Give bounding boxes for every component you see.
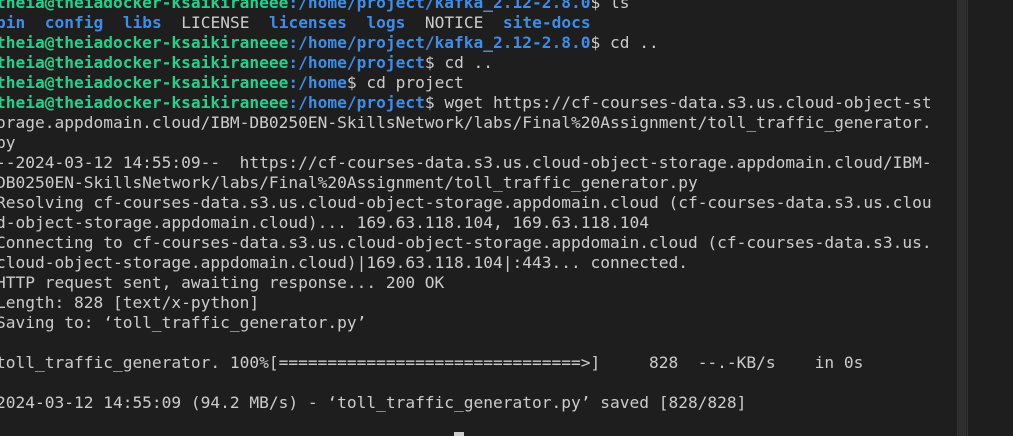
- terminal-line: 2024-03-12 14:55:09 (94.2 MB/s) - ‘toll_…: [0, 393, 747, 412]
- terminal-line: Length: 828 [text/x-python]: [0, 293, 260, 312]
- prompt-user: theia@theiadocker-ksaikiraneee: [0, 33, 289, 52]
- prompt-path: :/home/project/kafka_2.12-2.8.0: [288, 33, 591, 52]
- terminal-line: HTTP request sent, awaiting response... …: [0, 273, 445, 292]
- prompt-path: :/home/project: [288, 93, 425, 112]
- file-entry: NOTICE: [424, 13, 484, 32]
- terminal-line: theia@theiadocker-ksaikiraneee:/home/pro…: [0, 0, 629, 13]
- terminal-line: --2024-03-12 14:55:09-- https://cf-cours…: [0, 153, 932, 172]
- prompt-user: theia@theiadocker-ksaikiraneee: [0, 0, 289, 12]
- terminal-line: py: [0, 133, 16, 152]
- dir-entry: libs: [122, 13, 162, 32]
- prompt-path: :/home/project/kafka_2.12-2.8.0: [288, 0, 591, 12]
- dir-entry: bin: [0, 13, 26, 32]
- terminal-line: d-object-storage.appdomain.cloud)... 169…: [0, 213, 649, 232]
- terminal-line: theia@theiadocker-ksaikiraneee:/home$ cd…: [0, 73, 464, 93]
- prompt-path: :/home: [288, 73, 347, 92]
- terminal-line: theia@theiadocker-ksaikiraneee:/home/pro…: [0, 53, 493, 73]
- dir-entry: site-docs: [502, 13, 591, 32]
- terminal-line: Connecting to cf-courses-data.s3.us.clou…: [0, 233, 932, 252]
- command-text: $ wget https://cf-courses-data.s3.us.clo…: [424, 93, 932, 112]
- prompt-user: theia@theiadocker-ksaikiraneee: [0, 53, 289, 72]
- dir-entry: config: [44, 13, 104, 32]
- side-panel-edge: [967, 0, 1013, 436]
- prompt-path: :/home/project: [288, 53, 425, 72]
- dir-entry: logs: [366, 13, 406, 32]
- terminal-line: Saving to: ‘toll_traffic_generator.py’: [0, 313, 367, 332]
- progress-line: toll_traffic_generator. 100%[===========…: [0, 353, 864, 372]
- terminal-line: theia@theiadocker-ksaikiraneee:/home/pro…: [0, 33, 659, 53]
- command-text: $ cd project: [346, 73, 464, 92]
- terminal-cursor: [454, 432, 464, 436]
- scrollbar-thumb[interactable]: [957, 0, 966, 436]
- terminal-line: theia@theiadocker-ksaikiraneee:/home/pro…: [0, 93, 932, 113]
- terminal-line: bin config libs LICENSE licenses logs NO…: [0, 13, 591, 33]
- dir-entry: licenses: [268, 13, 347, 32]
- terminal-line: DB0250EN-SkillsNetwork/labs/Final%20Assi…: [0, 173, 698, 192]
- terminal-line: cloud-object-storage.appdomain.cloud)|16…: [0, 253, 688, 272]
- prompt-user: theia@theiadocker-ksaikiraneee: [0, 93, 289, 112]
- terminal-line: Resolving cf-courses-data.s3.us.cloud-ob…: [0, 193, 932, 212]
- command-text: $ cd ..: [590, 33, 659, 52]
- prompt-user: theia@theiadocker-ksaikiraneee: [0, 73, 289, 92]
- terminal-output[interactable]: theia@theiadocker-ksaikiraneee:/home/pro…: [0, 0, 957, 436]
- terminal-line: orage.appdomain.cloud/IBM-DB0250EN-Skill…: [0, 113, 932, 132]
- command-text: $ ls: [590, 0, 630, 12]
- command-text: $ cd ..: [424, 53, 494, 72]
- file-entry: LICENSE: [181, 13, 250, 32]
